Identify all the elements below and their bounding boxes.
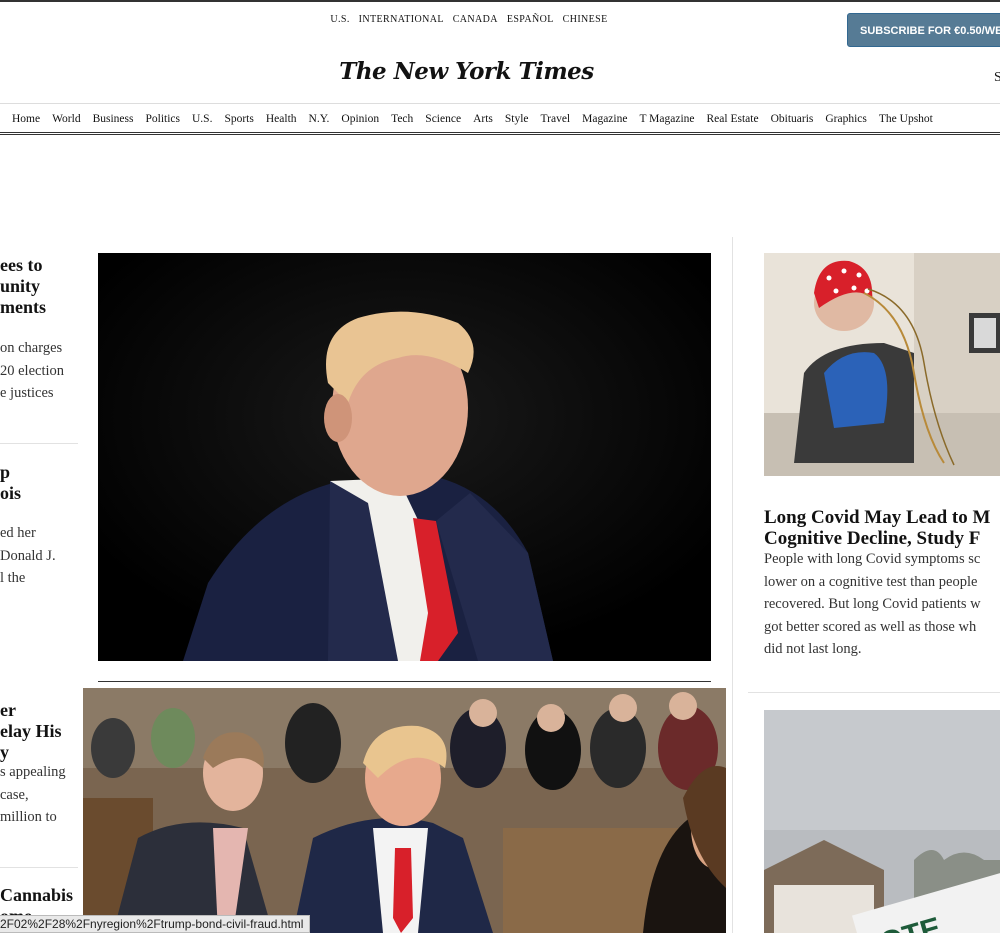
summary-line: case, <box>0 786 29 803</box>
summary-line: on charges <box>0 340 63 356</box>
nav-item-arts[interactable]: Arts <box>473 104 493 134</box>
summary-line: People with long Covid symptoms sc <box>764 551 981 567</box>
second-story-headline[interactable]: p ois <box>0 462 21 504</box>
masthead-logo[interactable]: The New York Times <box>0 58 933 85</box>
summary-line: 20 election <box>0 362 65 379</box>
nav-item-world[interactable]: World <box>52 104 80 134</box>
headline-line: er <box>0 700 16 720</box>
summary-line: did not last long. <box>764 641 862 657</box>
courtroom-photo <box>83 688 726 933</box>
vote-story-image[interactable]: OTE <box>764 710 1000 933</box>
third-story-summary: s appealing case, million to <box>0 761 66 829</box>
headline-line: Cognitive Decline, Study F <box>764 528 981 549</box>
nav-item-real-estate[interactable]: Real Estate <box>707 104 759 134</box>
covid-story-headline[interactable]: Long Covid May Lead to M Cognitive Decli… <box>764 507 1000 549</box>
edition-links: U.S. INTERNATIONAL CANADA ESPAÑOL CHINES… <box>0 14 938 25</box>
nav-item-magazine[interactable]: Magazine <box>582 104 627 134</box>
story-divider <box>0 443 78 444</box>
nav-item-travel[interactable]: Travel <box>541 104 571 134</box>
vote-sign-photo: OTE <box>764 710 1000 933</box>
edition-chinese-link[interactable]: CHINESE <box>563 14 608 25</box>
second-story-summary: ed her Donald J. l the <box>0 522 56 590</box>
nav-item-the-upshot[interactable]: The Upshot <box>879 104 933 134</box>
summary-line: lower on a cognitive test than people <box>764 573 978 590</box>
nav-item-graphics[interactable]: Graphics <box>825 104 867 134</box>
nav-item-politics[interactable]: Politics <box>145 104 180 134</box>
summary-line: Donald J. <box>0 547 56 564</box>
summary-line: got better scored as well as those wh <box>764 618 977 635</box>
nav-item-health[interactable]: Health <box>266 104 297 134</box>
summary-line: ed her <box>0 525 36 541</box>
headline-line: elay His <box>0 721 62 741</box>
summary-line: s appealing <box>0 764 66 780</box>
subscribe-button[interactable]: SUBSCRIBE FOR €0.50/WE <box>847 13 1000 47</box>
headline-line: ees to <box>0 255 43 275</box>
portrait-photo <box>98 253 711 661</box>
edition-us-link[interactable]: U.S. <box>330 14 349 25</box>
summary-line: recovered. But long Covid patients w <box>764 596 981 612</box>
nav-item-style[interactable]: Style <box>505 104 529 134</box>
nav-item-obituaries[interactable]: Obituaris <box>771 104 814 134</box>
covid-story-summary: People with long Covid symptoms sc lower… <box>764 548 1000 661</box>
nav-item-ny[interactable]: N.Y. <box>309 104 330 134</box>
eeg-cap-photo <box>764 253 1000 476</box>
headline-line: ments <box>0 297 46 317</box>
summary-line: million to <box>0 809 57 825</box>
story-divider <box>0 867 78 868</box>
headline-line: unity <box>0 276 41 296</box>
headline-line: y <box>0 742 9 762</box>
edition-canada-link[interactable]: CANADA <box>453 14 498 25</box>
section-nav: Home World Business Politics U.S. Sports… <box>0 103 1000 135</box>
nav-item-science[interactable]: Science <box>425 104 461 134</box>
nav-item-sports[interactable]: Sports <box>224 104 253 134</box>
lead-story-headline[interactable]: ees to unity ments <box>0 255 46 318</box>
nav-item-opinion[interactable]: Opinion <box>341 104 379 134</box>
column-divider <box>732 237 733 933</box>
lead-story-image[interactable] <box>98 253 711 661</box>
summary-line: e justices <box>0 385 54 401</box>
header-edge-text: S <box>994 70 1000 85</box>
top-rule <box>0 0 1000 2</box>
covid-story-image[interactable] <box>764 253 1000 476</box>
headline-line: Long Covid May Lead to M <box>764 507 991 528</box>
browser-status-bar: 2F02%2F28%2Fnyregion%2Ftrump-bond-civil-… <box>0 915 311 933</box>
nav-item-tech[interactable]: Tech <box>391 104 413 134</box>
nav-item-home[interactable]: Home <box>12 104 40 134</box>
section-rule <box>98 681 711 682</box>
headline-line: ois <box>0 483 22 503</box>
summary-line: l the <box>0 570 26 586</box>
edition-espanol-link[interactable]: ESPAÑOL <box>507 14 554 25</box>
headline-line: p <box>0 462 11 482</box>
nav-item-us[interactable]: U.S. <box>192 104 212 134</box>
story-divider <box>748 692 1000 693</box>
third-story-headline[interactable]: er elay His y <box>0 700 62 763</box>
nav-item-t-magazine[interactable]: T Magazine <box>639 104 694 134</box>
lead-story-summary: on charges 20 election e justices <box>0 337 64 405</box>
nav-item-business[interactable]: Business <box>93 104 134 134</box>
courtroom-image[interactable] <box>83 688 726 933</box>
headline-line: Cannabis <box>0 885 74 905</box>
edition-international-link[interactable]: INTERNATIONAL <box>359 14 444 25</box>
